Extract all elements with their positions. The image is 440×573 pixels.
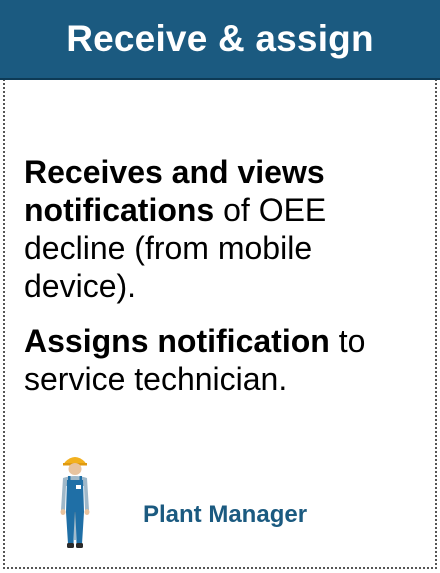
description-bold-assign: Assigns notification: [24, 323, 330, 359]
worker-icon: [60, 457, 90, 548]
card-header: Receive & assign: [0, 0, 440, 80]
description-paragraph-assign: Assigns notification to service technici…: [24, 322, 424, 398]
card-title: Receive & assign: [66, 18, 374, 59]
role-label: Plant Manager: [143, 501, 308, 528]
description-paragraph-receive: Receives and views notifications of OEE …: [24, 153, 424, 305]
